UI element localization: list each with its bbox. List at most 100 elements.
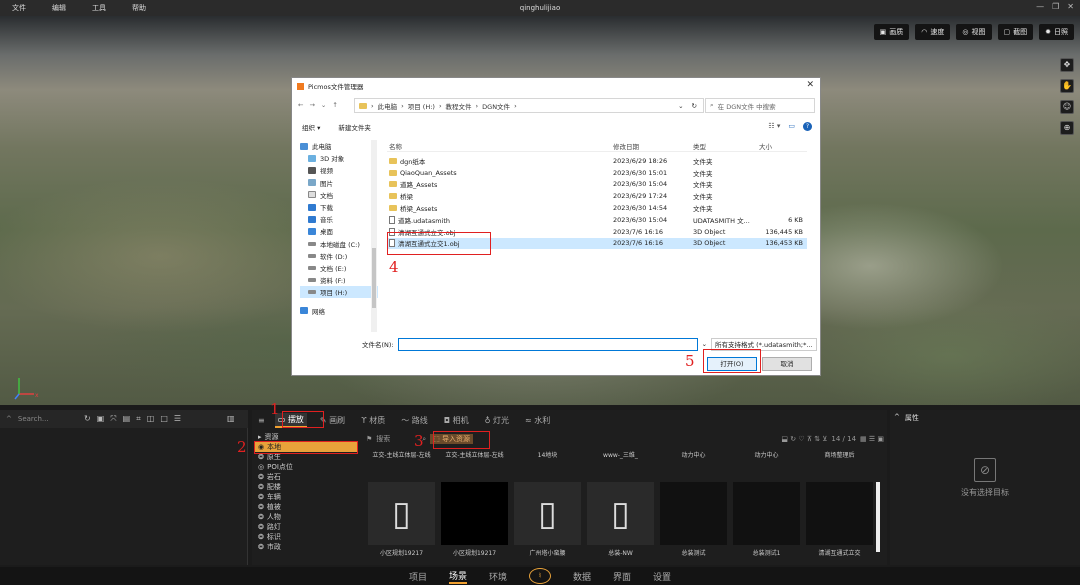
menu-icon[interactable]: ≡ (258, 416, 265, 425)
tree-item-network[interactable]: 网络 (300, 304, 378, 316)
logo-icon[interactable]: ♮ (529, 568, 551, 584)
filename-input[interactable] (397, 337, 698, 351)
asset-thumb[interactable]: 总装测试 (660, 482, 727, 557)
category-item[interactable]: ❂ 配楼 (254, 482, 358, 492)
filename-dropdown-icon[interactable]: ⌄ (702, 340, 707, 348)
category-item[interactable]: ❂ 车辆 (254, 492, 358, 502)
category-item[interactable]: ❂ 人物 (254, 512, 358, 522)
nav-data[interactable]: 数据 (573, 570, 591, 583)
file-row[interactable]: 道路_Assets 2023/6/30 15:04 文件夹 (387, 179, 807, 191)
asset-thumb[interactable]: ▯ 小区规划19217 (368, 482, 435, 557)
tree-item-docs[interactable]: 文档 (300, 189, 378, 201)
tab-camera[interactable]: ◘ 相机 (441, 414, 472, 427)
breadcrumb-item[interactable]: 此电脑 (378, 101, 398, 111)
tab-material[interactable]: ϒ 材质 (358, 414, 388, 427)
column-type[interactable]: 类型 (693, 141, 759, 151)
file-row[interactable]: 桥梁_Assets 2023/6/30 14:54 文件夹 (387, 202, 807, 214)
breadcrumb-item[interactable]: 项目 (H:) (408, 101, 435, 111)
link-icon[interactable]: ⌗ (136, 414, 141, 424)
tree-scroll-thumb[interactable] (372, 248, 376, 308)
tree-item-downloads[interactable]: 下载 (300, 201, 378, 213)
menu-file[interactable]: 文件 (12, 3, 26, 13)
sunlight-button[interactable]: ✹ 日照 (1039, 24, 1074, 40)
panel-toggle-icon[interactable]: ▥ (227, 414, 235, 424)
restore-icon[interactable]: ❐ (1052, 2, 1059, 11)
move-icon[interactable]: ✥ (1060, 58, 1074, 72)
refresh-icon[interactable]: ↻ (84, 414, 91, 424)
select-icon[interactable]: ▣ (97, 414, 105, 424)
tree-item-drive-h[interactable]: 项目 (H:) (300, 286, 378, 299)
asset-thumb[interactable]: 总装测试1 (733, 482, 800, 557)
tree-item-desktop[interactable]: 桌面 (300, 225, 378, 237)
address-bar[interactable]: › 此电脑 › 项目 (H:) › 教程文件 › DGN文件 › ⌄ ↻ (354, 98, 704, 113)
asset-scrollbar[interactable] (876, 482, 880, 552)
camera-view-icon[interactable]: ⊕ (1060, 121, 1074, 135)
tag-icon[interactable]: ⚑ (366, 435, 372, 443)
search-field[interactable]: ⌕ 在 DGN文件 中搜索 (705, 98, 815, 113)
nav-interface[interactable]: 界面 (613, 570, 631, 583)
menu-edit[interactable]: 编辑 (52, 3, 66, 13)
outliner-search[interactable]: Search... (18, 415, 49, 423)
nav-environment[interactable]: 环境 (489, 570, 507, 583)
tree-item-drive-d[interactable]: 软件 (D:) (300, 250, 378, 262)
tree-item-this-pc[interactable]: 此电脑 (300, 140, 378, 152)
up-icon[interactable]: ↑ (332, 101, 337, 109)
nav-settings[interactable]: 设置 (653, 570, 671, 583)
preview-pane-icon[interactable]: ▭ (788, 122, 795, 131)
nav-scene[interactable]: 场景 (448, 569, 467, 584)
tree-item-3d[interactable]: 3D 对象 (300, 152, 378, 164)
grid-view-icon[interactable]: ▦ ☰ ▣ (860, 435, 884, 443)
asset-thumb[interactable]: ▯ 总装-NW (587, 482, 654, 557)
cancel-button[interactable]: 取消 (762, 357, 812, 371)
tree-item-drive-f[interactable]: 资料 (F:) (300, 274, 378, 286)
list-icon[interactable]: ☰ (174, 414, 181, 424)
tree-item-music[interactable]: 音乐 (300, 213, 378, 225)
tab-route[interactable]: 〜 路线 (398, 414, 431, 427)
tab-water[interactable]: ≈ 水利 (522, 414, 553, 427)
view-options-icon[interactable]: ☷ ▾ (768, 122, 780, 131)
file-row[interactable]: dgn纸本 2023/6/29 18:26 文件夹 (387, 155, 807, 167)
box-icon[interactable]: □ (160, 414, 168, 424)
asset-thumb[interactable]: ▯ 广州塔小蛮腰 (514, 482, 581, 557)
breadcrumb-item[interactable]: DGN文件 (482, 101, 510, 111)
category-item[interactable]: ◎ POI点位 (254, 462, 358, 472)
menu-help[interactable]: 帮助 (132, 3, 146, 13)
file-row[interactable]: QiaoQuan_Assets 2023/6/30 15:01 文件夹 (387, 167, 807, 179)
collapse-icon[interactable]: ^ (6, 415, 12, 423)
quality-button[interactable]: ▣ 画质 (873, 24, 910, 40)
new-folder-button[interactable]: 新建文件夹 (338, 122, 371, 132)
refresh-icon[interactable]: ↻ (692, 102, 697, 110)
sort-icons[interactable]: ⬓ ↻ ♡ ⊼ ⇅ ⊻ (781, 435, 827, 443)
category-item[interactable]: ❂ 路灯 (254, 522, 358, 532)
breadcrumb-item[interactable]: 教程文件 (446, 101, 472, 111)
asset-search[interactable]: 搜索 (376, 434, 418, 444)
tree-item-drive-c[interactable]: 本地磁盘 (C:) (300, 238, 378, 250)
category-item[interactable]: ❂ 标识 (254, 532, 358, 542)
close-window-icon[interactable]: ✕ (1067, 2, 1074, 11)
organize-menu[interactable]: 组织 ▾ (302, 122, 320, 132)
hand-icon[interactable]: ✋ (1060, 79, 1074, 93)
expand-icon[interactable]: ⤧ (110, 414, 116, 424)
walk-icon[interactable]: ☺ (1060, 100, 1074, 114)
asset-thumb[interactable]: 清湖互通式立交 (806, 482, 873, 557)
column-size[interactable]: 大小 (759, 141, 803, 151)
speed-button[interactable]: ◠ 速度 (915, 24, 951, 40)
asset-thumb[interactable]: 小区规划19217 (441, 482, 508, 557)
back-icon[interactable]: ← (298, 101, 303, 109)
nav-project[interactable]: 项目 (409, 570, 427, 583)
menu-tools[interactable]: 工具 (92, 3, 106, 13)
file-row[interactable]: 道路.udatasmith 2023/6/30 15:04 UDATASMITH 文… (387, 214, 807, 226)
column-name[interactable]: 名称 (387, 141, 613, 151)
view-button[interactable]: ◎ 视图 (956, 24, 992, 40)
column-date[interactable]: 修改日期 (613, 141, 693, 151)
minimize-icon[interactable]: — (1036, 2, 1044, 11)
category-item[interactable]: ❂ 岩石 (254, 472, 358, 482)
tree-item-pictures[interactable]: 图片 (300, 177, 378, 189)
tab-light[interactable]: ♁ 灯光 (482, 414, 512, 427)
layer-icon[interactable]: ◫ (147, 414, 155, 424)
collapse-icon[interactable]: ^ (894, 413, 900, 423)
history-chevron-icon[interactable]: ⌄ (321, 101, 326, 109)
close-icon[interactable]: ✕ (806, 80, 814, 90)
category-item[interactable]: ❂ 植被 (254, 502, 358, 512)
tree-item-video[interactable]: 视频 (300, 164, 378, 176)
